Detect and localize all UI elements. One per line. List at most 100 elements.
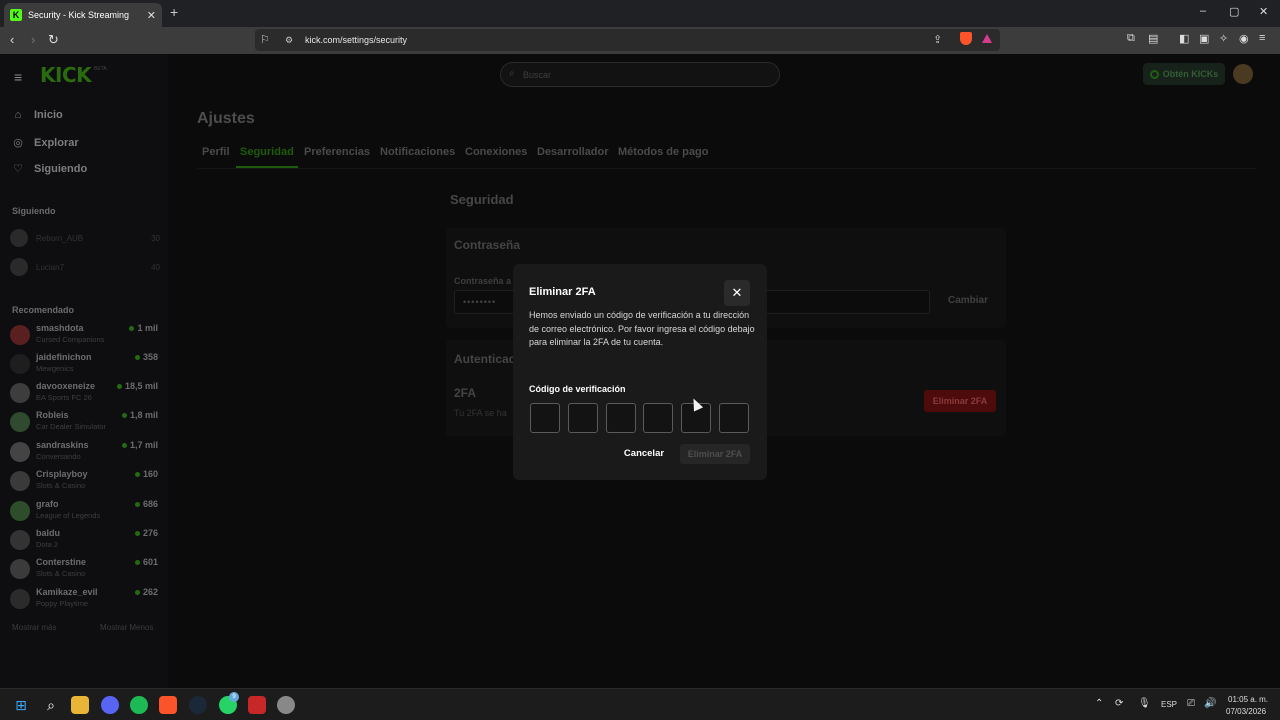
tab-notificaciones[interactable]: Notificaciones	[380, 146, 455, 158]
file-explorer-icon[interactable]	[71, 696, 89, 714]
following-item[interactable]: Lucian7 40	[10, 258, 160, 276]
wallet-icon[interactable]: ▣	[1199, 32, 1209, 45]
network-icon[interactable]: ⎚	[1187, 698, 1195, 709]
recommended-item[interactable]: grafo League of Legends 686	[10, 499, 160, 527]
tab-metodos-de-pago[interactable]: Métodos de pago	[618, 146, 708, 158]
code-digit-input[interactable]	[719, 403, 749, 433]
sidebar-toggle-icon[interactable]: ◧	[1179, 32, 1189, 45]
show-more-link[interactable]: Mostrar más	[12, 623, 56, 632]
beta-badge: BETA	[94, 66, 107, 72]
steam-icon[interactable]	[189, 696, 207, 714]
get-kicks-button[interactable]: Obtén KICKs	[1143, 63, 1225, 85]
menu-icon[interactable]: ≡	[1259, 32, 1265, 44]
tab-preferencias[interactable]: Preferencias	[304, 146, 370, 158]
viewer-count: 686	[134, 499, 158, 509]
auth-card-title: Autenticac	[454, 352, 516, 366]
recommended-item[interactable]: Robleis Car Dealer Simulator 1,8 mil	[10, 410, 160, 438]
code-digit-input[interactable]	[606, 403, 636, 433]
close-window-button[interactable]: ✕	[1259, 5, 1268, 18]
show-less-link[interactable]: Mostrar Menos	[100, 623, 153, 632]
search-input[interactable]: ⌕ Buscar	[500, 62, 780, 87]
bookmark-icon[interactable]: ⚐	[260, 33, 270, 46]
remove-2fa-button[interactable]: Eliminar 2FA	[924, 390, 996, 412]
chrome-icon[interactable]	[277, 696, 295, 714]
red-app-icon[interactable]	[248, 696, 266, 714]
channel-category: EA Sports FC 26	[36, 393, 92, 402]
live-dot-icon	[134, 559, 140, 565]
sync-icon[interactable]: ⟳	[1115, 698, 1123, 709]
search-icon[interactable]: ⌕	[42, 696, 60, 714]
maximize-button[interactable]: ▢	[1229, 5, 1239, 18]
channel-name: jaidefinichon	[36, 352, 92, 362]
following-item[interactable]: Reborn_AUB 30	[10, 229, 160, 247]
change-password-button[interactable]: Cambiar	[948, 295, 988, 306]
tab-desarrollador[interactable]: Desarrollador	[537, 146, 609, 158]
brave-shield-icon[interactable]	[960, 32, 972, 45]
active-tab-indicator	[236, 166, 298, 168]
following-section-title: Siguiendo	[12, 206, 56, 216]
clock-time[interactable]: 01:05 a. m.	[1228, 695, 1268, 704]
recommended-item[interactable]: jaidefinichon Mewgenics 358	[10, 352, 160, 380]
recommended-item[interactable]: baldu Dota 2 276	[10, 528, 160, 556]
avatar	[10, 412, 30, 432]
vpn-icon[interactable]: ◉	[1239, 32, 1249, 45]
search-icon: ⌕	[509, 68, 515, 79]
viewer-count: 1,7 mil	[121, 440, 158, 450]
share-icon[interactable]: ⇪	[933, 33, 942, 46]
code-digit-input[interactable]	[643, 403, 673, 433]
minimize-button[interactable]: –	[1200, 5, 1206, 17]
hamburger-menu-icon[interactable]: ≡	[14, 69, 22, 85]
url-text[interactable]: kick.com/settings/security	[305, 35, 407, 45]
recommended-item[interactable]: Crisplayboy Slots & Casino 160	[10, 469, 160, 497]
user-avatar[interactable]	[1233, 64, 1253, 84]
viewer-count: 1,8 mil	[121, 410, 158, 420]
sidebar: ≡ KICK BETA ⌂ Inicio ◎ Explorar ♡ Siguie…	[0, 54, 168, 688]
sidebar-item-explorar[interactable]: ◎ Explorar	[12, 136, 78, 150]
avatar	[10, 442, 30, 462]
recommended-item[interactable]: sandraskins Conversando 1,7 mil	[10, 440, 160, 468]
recommended-item[interactable]: davooxeneize EA Sports FC 26 18,5 mil	[10, 381, 160, 409]
windows-start-icon[interactable]: ⊞	[12, 696, 30, 714]
new-tab-button[interactable]: +	[170, 4, 178, 20]
volume-icon[interactable]: 🔊	[1204, 698, 1216, 709]
password-value: ••••••••	[463, 297, 497, 307]
brave-icon[interactable]	[159, 696, 177, 714]
microphone-icon[interactable]: 🎙	[1138, 698, 1151, 709]
discord-icon[interactable]	[101, 696, 119, 714]
browser-tab[interactable]: K Security - Kick Streaming ✕	[4, 3, 162, 27]
language-indicator[interactable]: ESP	[1161, 700, 1177, 709]
tab-conexiones[interactable]: Conexiones	[465, 146, 527, 158]
avatar	[10, 559, 30, 579]
recommended-item[interactable]: Conterstine Slots & Casino 601	[10, 557, 160, 585]
site-settings-icon[interactable]: ⚙	[285, 35, 293, 46]
code-digit-input[interactable]	[530, 403, 560, 433]
forward-arrow-icon[interactable]: ›	[31, 32, 35, 47]
recommended-item[interactable]: Kamikaze_evil Poppy Playtime 262	[10, 587, 160, 615]
tab-perfil[interactable]: Perfil	[202, 146, 230, 158]
tab-seguridad[interactable]: Seguridad	[240, 146, 294, 158]
sidebar-item-siguiendo[interactable]: ♡ Siguiendo	[12, 162, 87, 176]
leo-ai-icon[interactable]: ✧	[1219, 32, 1228, 45]
page-title: Ajustes	[197, 110, 255, 127]
channel-name: Lucian7	[36, 262, 65, 272]
address-bar[interactable]: ⚐ ⚙ kick.com/settings/security ⇪	[255, 29, 1000, 51]
avatar	[10, 530, 30, 550]
brave-rewards-icon[interactable]	[982, 34, 992, 43]
sidebar-item-inicio[interactable]: ⌂ Inicio	[12, 109, 63, 121]
channel-name: davooxeneize	[36, 381, 96, 391]
clock-date[interactable]: 07/03/2026	[1226, 707, 1266, 716]
kick-logo[interactable]: KICK	[40, 63, 92, 87]
reload-icon[interactable]: ↻	[48, 32, 59, 48]
chevron-up-icon[interactable]: ⌃	[1095, 698, 1103, 709]
spotify-icon[interactable]	[130, 696, 148, 714]
recommended-item[interactable]: smashdota Cursed Companions 1 mil	[10, 323, 160, 351]
tab-search-icon[interactable]: ▤	[1148, 32, 1158, 45]
extensions-icon[interactable]: ⧉	[1127, 32, 1135, 45]
cancel-button[interactable]: Cancelar	[615, 445, 673, 463]
code-digit-input[interactable]	[568, 403, 598, 433]
close-icon[interactable]: ✕	[724, 280, 750, 306]
tab-close-icon[interactable]: ✕	[147, 9, 156, 22]
back-arrow-icon[interactable]: ‹	[10, 32, 14, 47]
confirm-remove-2fa-button[interactable]: Eliminar 2FA	[680, 444, 750, 464]
viewer-count: 262	[134, 587, 158, 597]
